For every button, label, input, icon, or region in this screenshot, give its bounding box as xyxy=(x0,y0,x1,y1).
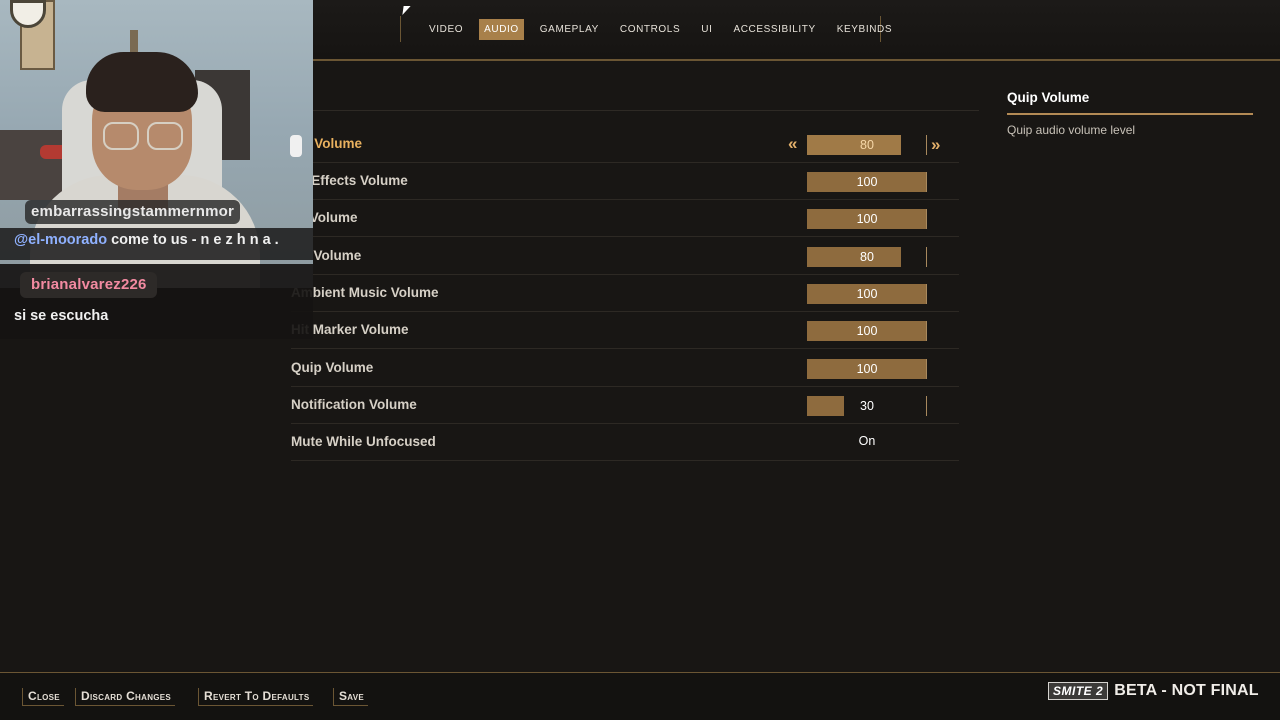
slider-value: 30 xyxy=(860,399,874,413)
volume-slider[interactable]: 100 xyxy=(807,172,927,192)
setting-label: Notification Volume xyxy=(291,397,417,412)
discard-changes-button[interactable]: Discard Changes xyxy=(75,688,176,706)
setting-row-music-volume[interactable]: sic Volume 80 xyxy=(291,238,959,275)
slider-value: 80 xyxy=(860,250,874,264)
volume-slider[interactable]: 100 xyxy=(807,321,927,341)
mouse-cursor-icon xyxy=(402,6,411,15)
beta-label: BETA - NOT FINAL xyxy=(1114,682,1259,699)
bottom-bar: Close Discard Changes Revert To Defaults… xyxy=(0,672,1280,720)
slider-value: 100 xyxy=(856,287,878,301)
close-button[interactable]: Close xyxy=(22,688,64,706)
setting-row-sound-effects-volume[interactable]: nd Effects Volume 100 xyxy=(291,163,959,200)
volume-slider[interactable]: 100 xyxy=(807,284,927,304)
setting-label: Quip Volume xyxy=(291,360,374,375)
setting-label: Mute While Unfocused xyxy=(291,434,436,449)
slider-value: 100 xyxy=(856,362,878,376)
volume-slider[interactable]: 100 xyxy=(807,209,927,229)
volume-slider[interactable]: 30 xyxy=(807,396,927,416)
webcam-person-hair xyxy=(86,52,198,112)
setting-row-quip-volume[interactable]: Quip Volume 100 xyxy=(291,350,959,387)
increase-arrow-icon[interactable]: » xyxy=(926,135,940,155)
tab-audio[interactable]: AUDIO xyxy=(479,18,524,40)
revert-to-defaults-button[interactable]: Revert To Defaults xyxy=(198,688,314,706)
chat-message-text: si se escucha xyxy=(14,308,109,324)
slider-value: 100 xyxy=(856,212,878,226)
decrease-arrow-icon[interactable]: « xyxy=(788,132,797,156)
chat-username: embarrassingstammernmor xyxy=(25,200,241,224)
tab-controls[interactable]: CONTROLS xyxy=(615,19,685,40)
chat-message-text: come to us - n e z h n a . xyxy=(107,232,279,248)
info-description: Quip audio volume level xyxy=(1007,123,1136,137)
setting-row-mute-while-unfocused[interactable]: Mute While Unfocused On xyxy=(291,424,959,461)
setting-row-hit-marker-volume[interactable]: Hit Marker Volume 100 xyxy=(291,312,959,349)
tab-accessibility[interactable]: ACCESSIBILITY xyxy=(728,19,820,40)
info-panel: Quip Volume Quip audio volume level xyxy=(1007,90,1253,137)
tab-video[interactable]: VIDEO xyxy=(424,19,468,40)
setting-row-notification-volume[interactable]: Notification Volume 30 xyxy=(291,387,959,424)
webcam-glasses-right xyxy=(147,122,183,150)
volume-slider[interactable]: 100 xyxy=(807,359,927,379)
webcam-white-object xyxy=(290,135,302,157)
toggle-value[interactable]: On xyxy=(807,434,927,448)
chat-mention: @el-moorado xyxy=(14,232,108,248)
tab-keybinds[interactable]: KEYBINDS xyxy=(832,19,897,40)
slider-value: 80 xyxy=(860,138,874,152)
setting-row-global-volume[interactable]: bal Volume « 80 » xyxy=(291,126,959,163)
tab-gameplay[interactable]: GAMEPLAY xyxy=(535,19,604,40)
info-title: Quip Volume xyxy=(1007,90,1253,115)
chat-message: @el-moorado come to us - n e z h n a . xyxy=(0,228,313,260)
slider-value: 100 xyxy=(856,175,878,189)
setting-label: Ambient Music Volume xyxy=(291,285,439,300)
webcam-glasses-left xyxy=(103,122,139,150)
volume-slider[interactable]: 80 xyxy=(807,247,927,267)
beta-badge: SMITE 2 BETA - NOT FINAL xyxy=(1048,682,1259,700)
setting-row-voice-volume[interactable]: ce Volume 100 xyxy=(291,200,959,237)
settings-tabs: VIDEO AUDIO GAMEPLAY CONTROLS UI ACCESSI… xyxy=(400,16,892,42)
volume-slider[interactable]: 80 xyxy=(807,135,901,155)
list-divider xyxy=(313,110,979,111)
tab-ui[interactable]: UI xyxy=(696,19,717,40)
save-button[interactable]: Save xyxy=(333,688,369,706)
smite-logo: SMITE 2 xyxy=(1048,682,1109,700)
slider-value: 100 xyxy=(856,324,878,338)
chat-username: brianalvarez226 xyxy=(20,272,157,298)
setting-row-ambient-music-volume[interactable]: Ambient Music Volume 100 xyxy=(291,275,959,312)
